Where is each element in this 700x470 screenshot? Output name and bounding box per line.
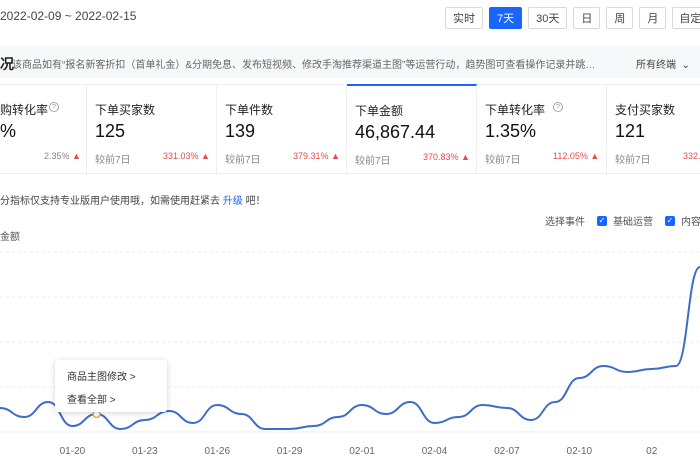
metric-card-pay-buyers[interactable]: 支付买家数 121 较前7日 332.1: [607, 85, 700, 175]
upgrade-link[interactable]: 升级: [223, 196, 243, 207]
period-custom-label: 自定义: [679, 13, 700, 25]
checkbox-content[interactable]: ✓: [665, 215, 675, 226]
legend-basic-ops-label: 基础运营: [613, 217, 653, 228]
metric-compare-label: 较前7日: [615, 155, 651, 166]
metric-value: 1.35%: [485, 121, 537, 141]
arrow-up-icon: ▲: [72, 151, 81, 161]
metric-name: 支付买家数: [615, 103, 676, 117]
metric-compare-label: 较前7日: [485, 155, 521, 166]
arrow-up-icon: ▲: [201, 151, 210, 161]
period-realtime-button[interactable]: 实时: [445, 7, 483, 29]
metric-compare-label: 较前7日: [355, 156, 391, 167]
metric-value: 125: [95, 121, 126, 141]
metric-change: 2.35% ▲: [44, 151, 81, 161]
x-tick-label: 02-07: [494, 446, 520, 457]
metric-value: %: [0, 121, 17, 141]
metric-change: 379.31% ▲: [293, 151, 340, 161]
metric-card-amount[interactable]: 下单金额 46,867.44 较前7日 370.83% ▲: [347, 84, 477, 174]
metric-name: 下单转化率: [485, 103, 546, 117]
help-icon[interactable]: ?: [553, 102, 563, 112]
metric-card-conversion[interactable]: 下单转化率 ? 1.35% 较前7日 112.05% ▲: [477, 85, 607, 175]
notice-text: 该商品如有“报名新客折扣（首单礼金）&分期免息、发布短视频、修改手淘推荐渠道主图…: [12, 60, 602, 71]
x-tick-label: 02-04: [422, 446, 448, 457]
metric-name: 下单件数: [225, 103, 274, 117]
event-popup: 商品主图修改 > 查看全部 >: [55, 360, 167, 412]
metric-change: 331.03% ▲: [163, 151, 210, 161]
terminal-select-label: 所有终端: [636, 60, 676, 71]
x-tick-label: 01-23: [132, 446, 158, 457]
period-7days-button[interactable]: 7天: [489, 7, 523, 29]
x-tick-label: 02-10: [567, 446, 593, 457]
upgrade-tip-suffix: 吧！: [245, 196, 266, 207]
x-tick-label: 01-29: [277, 446, 303, 457]
arrow-up-icon: ▲: [590, 151, 600, 161]
metric-name: 下单金额: [355, 104, 404, 118]
notice-row: 况 该商品如有“报名新客折扣（首单礼金）&分期免息、发布短视频、修改手淘推荐渠道…: [0, 46, 700, 78]
period-week-button[interactable]: 周: [606, 7, 634, 29]
metric-value: 139: [225, 121, 256, 141]
metric-card-cart-conversion[interactable]: 购转化率 ? % 2.35% ▲: [0, 85, 87, 175]
period-month-button[interactable]: 月: [639, 7, 667, 29]
chevron-down-icon: ⌄: [678, 60, 690, 71]
period-30days-button[interactable]: 30天: [528, 7, 568, 29]
popup-item-view-all[interactable]: 查看全部 >: [67, 391, 116, 406]
metric-change: 332.1: [683, 151, 700, 161]
help-icon[interactable]: ?: [49, 102, 59, 112]
metric-change: 370.83% ▲: [423, 152, 470, 162]
trend-chart[interactable]: 01-20 01-23 01-26 01-29 02-01 02-04 02-07 02-10…: [0, 240, 700, 470]
checkbox-basic-ops[interactable]: ✓: [597, 215, 607, 226]
select-event-label: 选择事件: [545, 217, 585, 228]
x-tick-label: 01-20: [60, 446, 86, 457]
arrow-up-icon: ▲: [461, 152, 470, 162]
metric-cards: 购转化率 ? % 2.35% ▲ 下单买家数 125 较前7日 331.03% …: [0, 84, 700, 175]
popup-item-main-image[interactable]: 商品主图修改 >: [67, 368, 136, 383]
legend-content-label: 内容: [681, 217, 700, 228]
metric-value: 46,867.44: [355, 122, 436, 142]
metric-compare-label: 较前7日: [225, 155, 261, 166]
x-tick-label: 01-26: [204, 446, 230, 457]
metric-card-items[interactable]: 下单件数 139 较前7日 379.31% ▲: [217, 85, 347, 175]
period-custom-button[interactable]: 自定义 ▾: [672, 7, 700, 29]
metric-card-buyers[interactable]: 下单买家数 125 较前7日 331.03% ▲: [87, 85, 217, 175]
top-bar: 2022-02-09 ~ 2022-02-15 实时 7天 30天 日 周 月 …: [0, 0, 700, 36]
upgrade-tip: 分指标仅支持专业版用户使用哦，如需使用赶紧去 升级 吧！: [0, 192, 266, 207]
x-tick-label: 02: [646, 446, 658, 457]
event-legend: 选择事件 ✓ 基础运营 ✓ 内容: [545, 213, 700, 228]
metric-value: 121: [615, 121, 646, 141]
metric-name: 下单买家数: [95, 103, 156, 117]
x-tick-label: 02-01: [349, 446, 375, 457]
date-range: 2022-02-09 ~ 2022-02-15: [0, 9, 137, 23]
metric-compare-label: 较前7日: [95, 155, 131, 166]
upgrade-tip-text: 分指标仅支持专业版用户使用哦，如需使用赶紧去: [0, 196, 220, 207]
metric-change: 112.05% ▲: [553, 151, 600, 161]
period-day-button[interactable]: 日: [573, 7, 601, 29]
metric-name: 购转化率: [0, 103, 49, 117]
period-selector: 实时 7天 30天 日 周 月 自定义 ▾: [445, 7, 700, 29]
terminal-select[interactable]: 所有终端 ⌄: [636, 56, 690, 71]
arrow-up-icon: ▲: [331, 151, 340, 161]
